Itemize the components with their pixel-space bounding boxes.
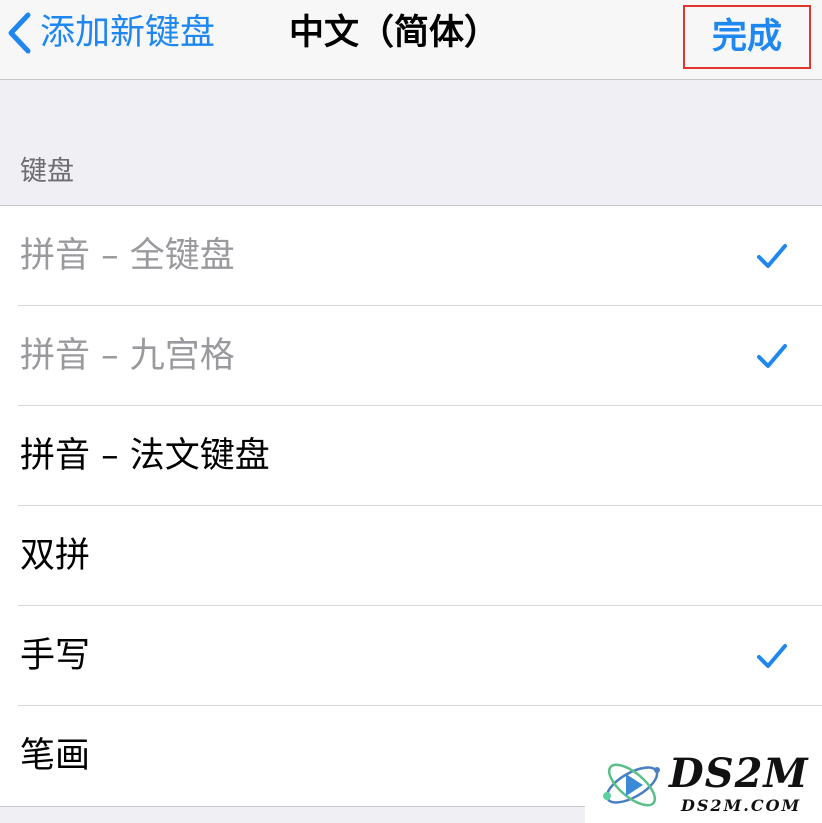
section-header-keyboards: 键盘 bbox=[20, 156, 74, 187]
watermark-brand: DS2M bbox=[669, 750, 809, 797]
watermark: DS2M DS2M.COM bbox=[585, 746, 822, 823]
done-button[interactable]: 完成 bbox=[683, 5, 811, 69]
keyboard-row[interactable]: 拼音 – 法文键盘 bbox=[0, 406, 822, 506]
keyboard-row[interactable]: 双拼 bbox=[0, 506, 822, 606]
checkmark-icon bbox=[757, 344, 787, 368]
done-button-label: 完成 bbox=[711, 17, 782, 57]
back-button[interactable]: 添加新键盘 bbox=[4, 8, 215, 58]
keyboard-row[interactable]: 拼音 – 全键盘 bbox=[0, 206, 822, 306]
keyboard-row-label: 手写 bbox=[20, 636, 91, 676]
keyboard-row-label: 笔画 bbox=[20, 736, 91, 776]
checkmark-icon bbox=[757, 644, 787, 668]
watermark-domain: DS2M.COM bbox=[681, 796, 802, 815]
ds2m-logo-icon bbox=[603, 763, 660, 807]
checkmark-icon bbox=[757, 244, 787, 268]
keyboard-row[interactable]: 手写 bbox=[0, 606, 822, 706]
keyboard-row-label: 拼音 – 九宫格 bbox=[20, 336, 235, 376]
page-title: 中文（简体） bbox=[289, 13, 500, 53]
keyboard-list: 拼音 – 全键盘 拼音 – 九宫格 拼音 – 法文键盘 双拼手写笔画 bbox=[0, 205, 822, 807]
navigation-bar: 添加新键盘 中文（简体） 完成 bbox=[0, 0, 822, 80]
keyboard-row[interactable]: 拼音 – 九宫格 bbox=[0, 306, 822, 406]
keyboard-row-label: 拼音 – 全键盘 bbox=[20, 236, 235, 276]
keyboard-row-label: 拼音 – 法文键盘 bbox=[20, 436, 270, 476]
keyboard-row-label: 双拼 bbox=[20, 536, 91, 576]
chevron-left-icon bbox=[8, 12, 31, 54]
back-button-label: 添加新键盘 bbox=[40, 13, 216, 53]
